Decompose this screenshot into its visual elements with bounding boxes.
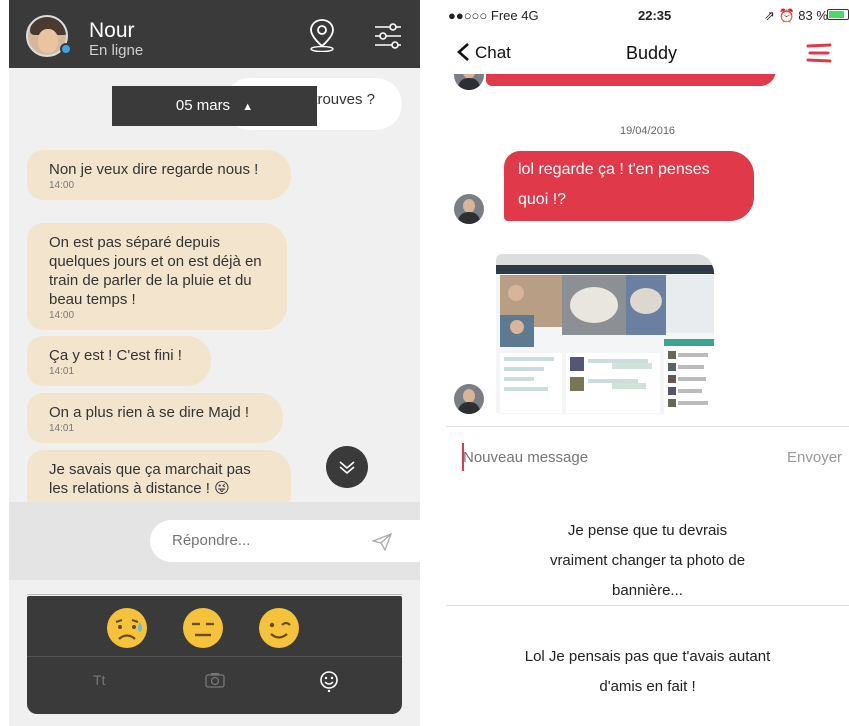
wink-emoji[interactable] <box>257 606 301 650</box>
message-bubble[interactable]: lol regarde ça ! t'en penses quoi !? <box>504 151 754 221</box>
image-message[interactable] <box>496 254 714 414</box>
menu-icon[interactable] <box>806 42 832 64</box>
message-text: Je savais que ça marchait pas les relati… <box>49 461 251 497</box>
new-message-input[interactable] <box>463 439 773 475</box>
scroll-down-button[interactable] <box>326 446 368 488</box>
nav-bar: Chat Buddy <box>446 34 849 74</box>
chat-header: Nour En ligne <box>9 0 420 68</box>
contact-presence: En ligne <box>89 42 144 59</box>
message-time: 14:00 <box>49 180 75 191</box>
input-toolbox: Tt <box>9 580 420 726</box>
caption-text: Lol Je pensais pas que t'avais autant d'… <box>524 648 771 695</box>
conversation-title: Buddy <box>626 43 678 63</box>
sad-sweat-emoji[interactable] <box>105 606 149 650</box>
date-pill[interactable]: 05 mars ▲ <box>112 86 317 126</box>
message-bubble[interactable]: On est pas séparé depuis quelques jours … <box>27 223 287 330</box>
contact-avatar[interactable] <box>454 194 484 224</box>
screenshot-thumbnail <box>496 257 714 414</box>
online-status-dot <box>60 43 72 55</box>
divider <box>27 656 402 657</box>
message-time: 14:01 <box>49 366 75 377</box>
message-time: 14:00 <box>49 310 75 321</box>
emoji-panel: Tt <box>27 596 402 714</box>
chevron-left-icon[interactable] <box>456 42 470 62</box>
message-list[interactable]: 19/04/2016 lol regarde ça ! t'en penses … <box>446 74 849 426</box>
caption-text: Je pense que tu devrais vraiment changer… <box>549 522 746 599</box>
contact-avatar[interactable] <box>454 74 484 90</box>
message-text: On a plus rien à se dire Majd ! <box>49 404 250 421</box>
reply-bar <box>9 502 420 580</box>
carrier-label: ●●○○○ Free 4G <box>448 8 539 23</box>
message-bubble[interactable]: Ça y est ! C'est fini ! 14:01 <box>27 336 211 386</box>
battery-icon <box>827 9 849 20</box>
location-pin-icon[interactable] <box>307 18 337 52</box>
camera-icon[interactable] <box>205 672 225 688</box>
partial-bubble-text: trouves ? <box>313 91 375 108</box>
clock: 22:35 <box>638 8 672 23</box>
left-chat-app: Nour En ligne trouves ? 05 mars ▲ Non je… <box>9 0 420 726</box>
compose-bar: Envoyer <box>446 426 849 490</box>
contact-avatar[interactable] <box>454 384 484 414</box>
message-text: Ça y est ! C'est fini ! <box>49 347 182 364</box>
status-indicators: ⇗ ⏰ 83 % <box>764 8 828 23</box>
message-list[interactable]: trouves ? 05 mars ▲ Non je veux dire reg… <box>9 68 420 502</box>
message-text: On est pas séparé depuis quelques jours … <box>49 234 262 308</box>
back-button[interactable]: Chat <box>475 43 511 63</box>
date-separator: 19/04/2016 <box>620 125 676 137</box>
date-pill-label: 05 mars <box>175 97 231 114</box>
text-format-button[interactable]: Tt <box>93 672 105 688</box>
caret-up-icon: ▲ <box>242 101 254 113</box>
right-chat-app: ●●○○○ Free 4G 22:35 ⇗ ⏰ 83 % Chat Buddy … <box>446 0 849 726</box>
divider <box>446 605 849 606</box>
contact-name: Nour <box>89 19 135 42</box>
send-button[interactable]: Envoyer <box>787 449 842 466</box>
ios-status-bar: ●●○○○ Free 4G 22:35 ⇗ ⏰ 83 % <box>446 0 849 28</box>
message-text: Non je veux dire regarde nous ! <box>49 161 259 178</box>
message-bubble[interactable]: Non je veux dire regarde nous ! 14:00 <box>27 150 291 200</box>
message-time: 14:01 <box>49 423 75 434</box>
message-bubble[interactable]: Je savais que ça marchait pas les relati… <box>27 450 291 502</box>
divider <box>27 594 402 595</box>
expressionless-emoji[interactable] <box>181 606 225 650</box>
sent-bubble-partial <box>486 74 776 86</box>
send-icon[interactable] <box>372 533 392 551</box>
comparison-screenshot: Nour En ligne trouves ? 05 mars ▲ Non je… <box>0 0 849 726</box>
smiley-icon[interactable] <box>319 670 339 692</box>
sliders-icon[interactable] <box>373 22 403 50</box>
message-bubble[interactable]: On a plus rien à se dire Majd ! 14:01 <box>27 393 283 443</box>
